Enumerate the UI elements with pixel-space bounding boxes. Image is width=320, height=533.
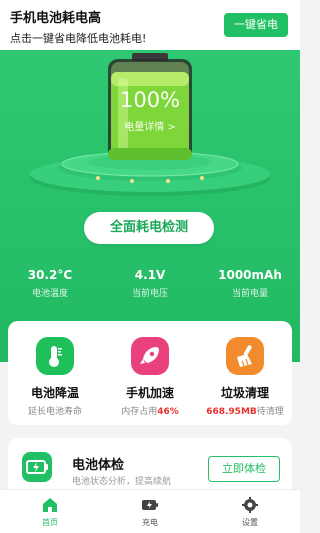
- feature-subtitle: 内存占用46%: [103, 404, 197, 417]
- battery-percent: 100%: [119, 88, 181, 112]
- memory-usage-value: 46%: [157, 407, 179, 417]
- stat-label: 电池温度: [31, 289, 68, 299]
- junk-size-value: 668.95MB: [206, 407, 257, 417]
- home-icon: [40, 496, 60, 514]
- full-power-check-button[interactable]: 全面耗电检测: [84, 212, 214, 244]
- stat-value: 4.1V: [134, 268, 166, 282]
- feature-subtitle: 延长电池寿命: [27, 407, 82, 417]
- feature-subtitle: 668.95MB待清理: [198, 404, 292, 417]
- page-title: 手机电池耗电高: [10, 11, 102, 26]
- stat-label: 当前电压: [131, 289, 168, 299]
- feature-junk-clean[interactable]: 垃圾清理 668.95MB待清理: [198, 337, 292, 417]
- tab-label: 首页: [42, 518, 58, 527]
- battery-hero: 100% 电量详情 > 全面耗电检测 30.2°C 电池温度 4.1V 当前电压…: [0, 50, 300, 362]
- tab-label: 充电: [142, 518, 158, 527]
- junk-pending-label: 待清理: [256, 407, 284, 417]
- start-exam-button[interactable]: 立即体检: [208, 456, 280, 482]
- feature-title: 手机加速: [125, 386, 174, 400]
- page-subtitle: 点击一键省电降低电池耗电!: [10, 32, 147, 45]
- stat-value: 1000mAh: [218, 268, 282, 282]
- rocket-icon: [131, 337, 169, 375]
- feature-title: 电池降温: [30, 386, 79, 400]
- tab-settings[interactable]: 设置: [220, 496, 280, 528]
- stat-label: 当前电量: [231, 289, 268, 299]
- stat-battery-temp: 30.2°C 电池温度: [0, 268, 100, 299]
- battery-exam-subtitle: 电池状态分析，提高续航: [72, 477, 172, 487]
- memory-usage-label: 内存占用: [121, 407, 158, 417]
- broom-icon: [226, 337, 264, 375]
- feature-phone-speedup[interactable]: 手机加速 内存占用46%: [103, 337, 197, 417]
- stat-value: 30.2°C: [27, 268, 73, 282]
- thermometer-icon: [36, 337, 74, 375]
- gear-icon: [240, 496, 260, 514]
- charging-icon: [140, 496, 160, 514]
- bottom-tab-bar: 首页 充电 设置: [0, 489, 300, 533]
- features-card: 电池降温 延长电池寿命 手机加速 内存占用46% 垃圾清理 668.95MB待清…: [8, 321, 292, 425]
- stat-voltage: 4.1V 当前电压: [100, 268, 200, 299]
- tab-charging[interactable]: 充电: [120, 496, 180, 528]
- feature-title: 垃圾清理: [220, 386, 269, 400]
- tab-home[interactable]: 首页: [20, 496, 80, 528]
- battery-charge-icon: [22, 452, 52, 482]
- battery-exam-title: 电池体检: [72, 458, 125, 473]
- one-key-save-button[interactable]: 一键省电: [224, 13, 288, 37]
- stat-capacity: 1000mAh 当前电量: [200, 268, 300, 299]
- top-header: 手机电池耗电高 点击一键省电降低电池耗电! 一键省电: [0, 0, 300, 50]
- battery-detail-link[interactable]: 电量详情 >: [110, 118, 190, 133]
- tab-label: 设置: [242, 518, 258, 527]
- feature-battery-cooling[interactable]: 电池降温 延长电池寿命: [8, 337, 102, 417]
